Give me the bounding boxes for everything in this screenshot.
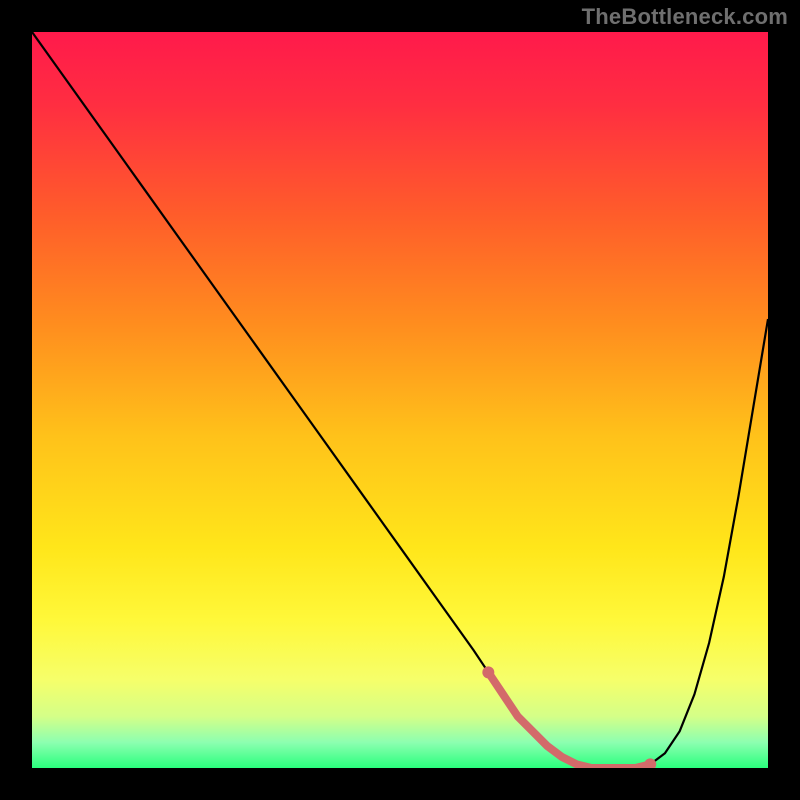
chart-svg bbox=[32, 32, 768, 768]
watermark-text: TheBottleneck.com bbox=[582, 4, 788, 30]
highlight-dot-start bbox=[482, 666, 494, 678]
gradient-background bbox=[32, 32, 768, 768]
chart-container: TheBottleneck.com bbox=[0, 0, 800, 800]
plot-area bbox=[32, 32, 768, 768]
